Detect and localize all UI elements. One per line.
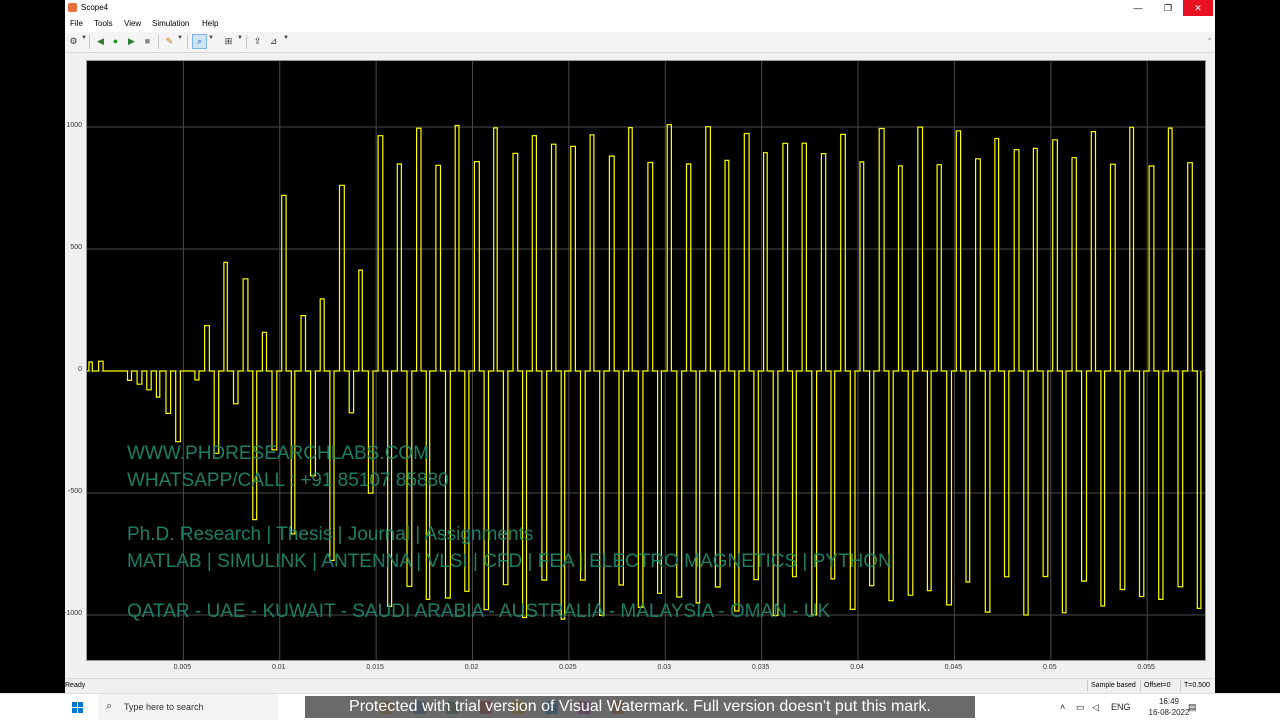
fit-icon[interactable]: ⊞ bbox=[222, 35, 235, 48]
menu-help[interactable]: Help bbox=[202, 19, 218, 28]
run-icon[interactable]: ● bbox=[109, 35, 122, 48]
time-readout: T=0.500 bbox=[1180, 680, 1210, 691]
chevron-down-icon[interactable]: ▼ bbox=[237, 35, 243, 41]
y-tick-label: 1000 bbox=[66, 122, 82, 129]
menu-file[interactable]: File bbox=[70, 19, 83, 28]
menu-tools[interactable]: Tools bbox=[94, 19, 113, 28]
gear-icon[interactable]: ⚙ bbox=[67, 35, 80, 48]
x-tick-label: 0.055 bbox=[1137, 664, 1155, 671]
x-tick-label: 0.03 bbox=[657, 664, 672, 671]
taskbar-clock[interactable]: 16:49 16-08-2022 bbox=[1146, 696, 1192, 718]
status-text: Ready bbox=[65, 682, 86, 689]
close-button[interactable]: ✕ bbox=[1183, 0, 1213, 16]
toolbar-divider bbox=[187, 35, 188, 49]
title-bar: Scope4 — ❐ ✕ bbox=[65, 0, 1215, 16]
chevron-down-icon[interactable]: ▼ bbox=[208, 35, 214, 41]
y-tick-label: 500 bbox=[70, 244, 82, 251]
window-title: Scope4 bbox=[81, 3, 109, 12]
x-tick-label: 0.05 bbox=[1042, 664, 1057, 671]
notification-icon[interactable]: ▤ bbox=[1188, 702, 1197, 713]
network-icon[interactable]: ▭ bbox=[1076, 702, 1085, 713]
tray-chevron-icon[interactable]: ˄ bbox=[1060, 702, 1065, 712]
x-tick-label: 0.01 bbox=[271, 664, 286, 671]
status-bar: Ready Sample based Offset=0 T=0.500 bbox=[65, 678, 1215, 693]
x-tick-label: 0.005 bbox=[173, 664, 192, 671]
trial-watermark-banner: Protected with trial version of Visual W… bbox=[305, 696, 975, 718]
x-tick-label: 0.02 bbox=[464, 664, 479, 671]
step-back-icon[interactable]: ◀ bbox=[94, 35, 107, 48]
scope-app-icon bbox=[68, 3, 77, 12]
menu-view[interactable]: View bbox=[124, 19, 141, 28]
toolbar-divider bbox=[158, 35, 159, 49]
watermark-tools: MATLAB | SIMULINK | ANTENNA | VLSI | CFD… bbox=[127, 551, 892, 572]
menu-bar: File Tools View Simulation Help bbox=[65, 16, 1215, 32]
highlight-icon[interactable]: ✎ bbox=[163, 35, 176, 48]
stop-icon[interactable]: ■ bbox=[141, 35, 154, 48]
watermark-website: WWW.PHDRESEARCHLABS.COM bbox=[127, 443, 429, 464]
zoom-icon[interactable]: ⌕ bbox=[192, 34, 207, 49]
search-icon: ⌕ bbox=[106, 700, 113, 712]
restore-button[interactable]: ❐ bbox=[1153, 0, 1183, 16]
x-tick-label: 0.035 bbox=[751, 664, 770, 671]
sample-mode: Sample based bbox=[1087, 680, 1136, 691]
x-tick-label: 0.045 bbox=[944, 664, 963, 671]
language-indicator[interactable]: ENG bbox=[1111, 702, 1131, 712]
chevron-down-icon[interactable]: ▼ bbox=[81, 35, 87, 41]
toolbar-divider bbox=[246, 35, 247, 49]
cursor-measurements-icon[interactable]: ⊿ bbox=[267, 35, 280, 48]
triggers-icon[interactable]: ⇪ bbox=[251, 35, 264, 48]
x-tick-label: 0.025 bbox=[559, 664, 577, 671]
y-tick-label: -1000 bbox=[64, 610, 82, 617]
x-tick-label: 0.015 bbox=[366, 664, 384, 671]
undock-icon[interactable]: ▫ bbox=[1203, 33, 1215, 46]
volume-icon[interactable]: ◁ bbox=[1092, 702, 1099, 713]
clock-date: 16-08-2022 bbox=[1148, 708, 1190, 717]
taskbar-search[interactable]: ⌕ Type here to search bbox=[98, 694, 278, 720]
step-forward-icon[interactable]: ▶ bbox=[125, 35, 138, 48]
watermark-contact: WHATSAPP/CALL : +91 85107 85880 bbox=[127, 470, 449, 491]
chevron-down-icon[interactable]: ▼ bbox=[283, 35, 289, 41]
search-placeholder: Type here to search bbox=[124, 702, 204, 712]
toolbar: ⚙ ▼ ◀ ● ▶ ■ ✎ ▼ ⌕ ▼ ⊞ ▼ ⇪ ⊿ ▼ ▫ bbox=[65, 32, 1215, 53]
windows-start-icon[interactable] bbox=[72, 702, 84, 714]
y-tick-label: -500 bbox=[67, 488, 82, 495]
chevron-down-icon[interactable]: ▼ bbox=[177, 35, 183, 41]
y-tick-label: 0 bbox=[78, 366, 82, 373]
offset-readout: Offset=0 bbox=[1140, 680, 1171, 691]
toolbar-divider bbox=[89, 35, 90, 49]
clock-time: 16:49 bbox=[1158, 697, 1180, 706]
screen: Scope4 — ❐ ✕ File Tools View Simulation … bbox=[0, 0, 1280, 720]
minimize-button[interactable]: — bbox=[1123, 0, 1153, 16]
x-tick-label: 0.04 bbox=[850, 664, 864, 671]
watermark-services: Ph.D. Research | Thesis | Journal | Assi… bbox=[127, 524, 534, 545]
menu-simulation[interactable]: Simulation bbox=[152, 19, 189, 28]
watermark-countries: QATAR - UAE - KUWAIT - SAUDI ARABIA - AU… bbox=[127, 601, 831, 622]
